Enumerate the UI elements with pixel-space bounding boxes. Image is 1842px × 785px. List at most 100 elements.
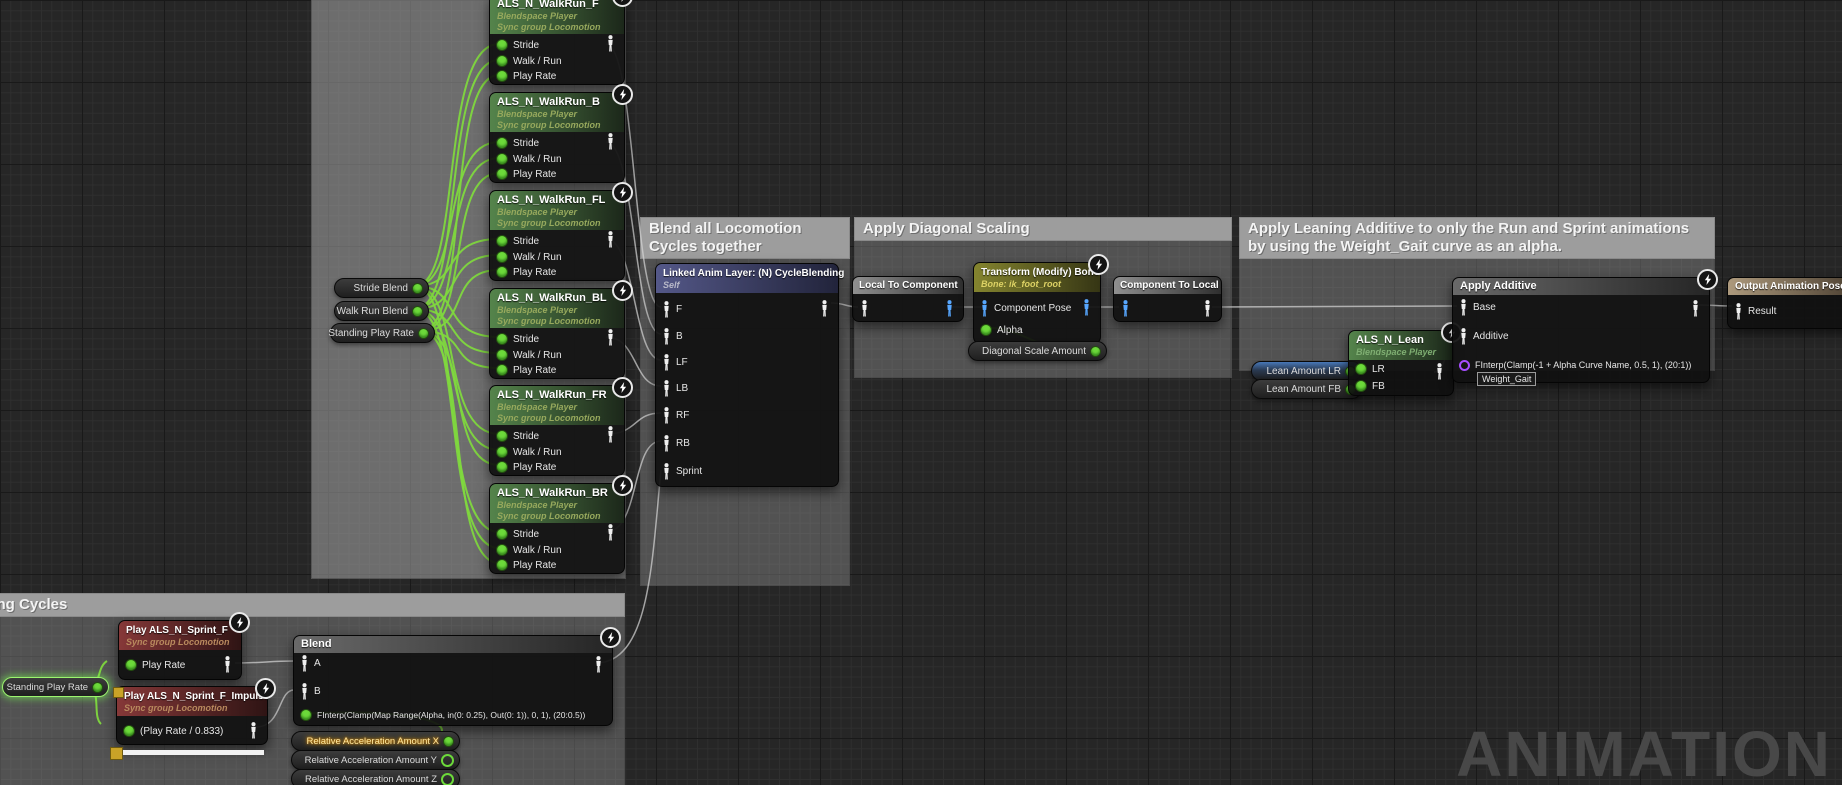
playbar-marker[interactable] (110, 747, 123, 760)
node-walkrun-b[interactable]: ALS_N_WalkRun_B Blendspace Player Sync g… (489, 92, 625, 183)
pin-play-rate[interactable]: Play Rate (125, 658, 185, 672)
pill-rel-accel-y[interactable]: Relative Acceleration Amount Y (291, 750, 460, 770)
pin-stride[interactable]: Stride (496, 527, 539, 541)
pin-rb[interactable]: RB (662, 436, 690, 450)
pin-stride[interactable]: Stride (496, 332, 539, 346)
node-walkrun-br[interactable]: ALS_N_WalkRun_BR Blendspace Player Sync … (489, 483, 625, 574)
node-blend[interactable]: Blend A B FInterp(Clamp(Map Range(Alpha,… (293, 635, 613, 726)
output-pin[interactable] (1090, 346, 1101, 357)
animgraph-canvas[interactable]: ANIMATION Blend all Locomotion Cycles to… (0, 0, 1842, 785)
output-pin[interactable] (92, 682, 103, 693)
component-pose-input-pin[interactable] (1121, 300, 1130, 322)
fast-path-icon (612, 84, 633, 105)
pose-output-pin[interactable] (606, 329, 615, 351)
pin-alpha[interactable]: Alpha (980, 323, 1023, 337)
pill-label: Standing Play Rate (328, 328, 414, 339)
pill-rel-accel-x[interactable]: Relative Acceleration Amount X (291, 731, 460, 751)
pin-lr[interactable]: LR (1355, 362, 1385, 376)
pose-output-pin[interactable] (594, 656, 603, 678)
pin-play-rate[interactable]: Play Rate (496, 363, 556, 377)
node-title: Local To Component (859, 279, 957, 292)
pill-standing-play-rate[interactable]: Standing Play Rate (330, 323, 435, 343)
pose-output-pin[interactable] (606, 426, 615, 448)
pose-input-pin[interactable] (860, 300, 869, 322)
output-pin[interactable] (443, 736, 454, 747)
pill-lean-amount-lr[interactable]: Lean Amount LR (1251, 361, 1362, 381)
playback-progress-bar[interactable] (123, 750, 264, 755)
node-local-to-component[interactable]: Local To Component (852, 276, 964, 322)
pin-stride[interactable]: Stride (496, 234, 539, 248)
pin-b[interactable]: B (300, 684, 321, 698)
wire-pose[interactable] (1212, 306, 1457, 307)
pin-alpha[interactable]: FInterp(Clamp(Map Range(Alpha, in(0: 0.2… (300, 708, 585, 722)
pin-walk-run[interactable]: Walk / Run (496, 348, 562, 362)
pin-fb[interactable]: FB (1355, 379, 1385, 393)
pin-play-rate[interactable]: Play Rate (496, 460, 556, 474)
pose-output-pin[interactable] (223, 656, 232, 678)
pin-lb[interactable]: LB (662, 381, 688, 395)
node-play-sprint-f[interactable]: Play ALS_N_Sprint_F Sync group Locomotio… (118, 620, 242, 680)
pin-walk-run[interactable]: Walk / Run (496, 250, 562, 264)
pin-base[interactable]: Base (1459, 300, 1496, 314)
fast-path-icon (229, 612, 250, 633)
pin-component-pose[interactable]: Component Pose (980, 301, 1071, 315)
node-transform-modify-bone[interactable]: Transform (Modify) Bone Bone: ik_foot_ro… (973, 262, 1101, 344)
node-output-animation-pose[interactable]: Output Animation Pose Result (1727, 277, 1842, 329)
pin-walk-run[interactable]: Walk / Run (496, 152, 562, 166)
wire-pose[interactable] (235, 661, 294, 663)
pin-play-rate[interactable]: Play Rate (496, 265, 556, 279)
pin-a[interactable]: A (300, 656, 321, 670)
node-walkrun-bl[interactable]: ALS_N_WalkRun_BL Blendspace Player Sync … (489, 288, 625, 379)
pin-additive[interactable]: Additive (1459, 329, 1509, 343)
component-pose-output-pin[interactable] (1082, 299, 1091, 321)
pose-output-pin[interactable] (1691, 300, 1700, 322)
pin-f[interactable]: F (662, 302, 682, 316)
output-pin[interactable] (412, 306, 423, 317)
pin-walk-run[interactable]: Walk / Run (496, 54, 562, 68)
pose-output-pin[interactable] (606, 133, 615, 155)
node-component-to-local[interactable]: Component To Local (1113, 276, 1222, 322)
node-als-n-lean[interactable]: ALS_N_Lean Blendspace Player LR FB (1348, 330, 1454, 396)
pose-output-pin[interactable] (606, 524, 615, 546)
pin-lf[interactable]: LF (662, 355, 688, 369)
pin-stride[interactable]: Stride (496, 429, 539, 443)
pose-output-pin[interactable] (249, 722, 258, 744)
node-apply-additive[interactable]: Apply Additive Base Additive FInterp(Cla… (1452, 277, 1710, 383)
component-pose-output-pin[interactable] (945, 300, 954, 322)
pin-walk-run[interactable]: Walk / Run (496, 445, 562, 459)
pill-rel-accel-z[interactable]: Relative Acceleration Amount Z (291, 769, 460, 785)
pose-output-pin[interactable] (1203, 300, 1212, 322)
output-pin[interactable] (412, 283, 423, 294)
pin-b[interactable]: B (662, 329, 683, 343)
pin-stride[interactable]: Stride (496, 136, 539, 150)
pose-output-pin[interactable] (606, 35, 615, 57)
pose-output-pin[interactable] (820, 300, 829, 322)
pin-play-rate[interactable]: Play Rate (496, 167, 556, 181)
pin-rf[interactable]: RF (662, 408, 689, 422)
pose-output-pin[interactable] (1435, 363, 1444, 385)
pill-diagonal-scale-amount[interactable]: Diagonal Scale Amount (968, 341, 1107, 361)
node-title: Apply Additive (1460, 280, 1702, 293)
pin-play-rate[interactable]: Play Rate (496, 558, 556, 572)
pin-stride[interactable]: Stride (496, 38, 539, 52)
output-pin[interactable] (418, 328, 429, 339)
node-walkrun-fr[interactable]: ALS_N_WalkRun_FR Blendspace Player Sync … (489, 385, 625, 476)
pin-sprint[interactable]: Sprint (662, 464, 702, 478)
pin-play-rate[interactable]: (Play Rate / 0.833) (123, 724, 223, 738)
curve-name-box[interactable]: Weight_Gait (1477, 369, 1536, 387)
output-pin[interactable] (441, 773, 454, 785)
node-subtitle: Blendspace Player (497, 305, 617, 316)
node-walkrun-f[interactable]: ALS_N_WalkRun_F Blendspace Player Sync g… (489, 0, 625, 85)
node-walkrun-fl[interactable]: ALS_N_WalkRun_FL Blendspace Player Sync … (489, 190, 625, 281)
pill-standing-play-rate-sprint[interactable]: Standing Play Rate (2, 677, 109, 697)
pin-walk-run[interactable]: Walk / Run (496, 543, 562, 557)
pose-output-pin[interactable] (606, 231, 615, 253)
pill-walk-run-blend[interactable]: Walk Run Blend (334, 301, 429, 321)
pill-lean-amount-fb[interactable]: Lean Amount FB (1251, 379, 1362, 399)
output-pin[interactable] (441, 754, 454, 767)
pill-stride-blend[interactable]: Stride Blend (334, 278, 429, 298)
pin-result[interactable]: Result (1734, 304, 1776, 318)
node-play-sprint-f-impulse[interactable]: Play ALS_N_Sprint_F_Impulse Sync group L… (116, 686, 268, 745)
pin-play-rate[interactable]: Play Rate (496, 69, 556, 83)
node-linked-anim-layer[interactable]: Linked Anim Layer: (N) CycleBlending Sel… (655, 263, 839, 487)
